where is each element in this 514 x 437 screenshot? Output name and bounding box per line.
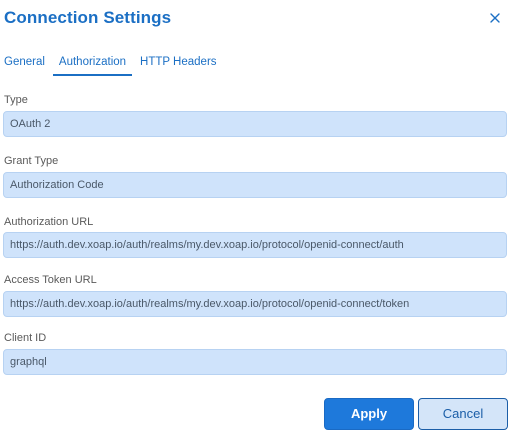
- type-field[interactable]: OAuth 2: [3, 111, 507, 137]
- tab-http-headers[interactable]: HTTP Headers: [140, 50, 224, 74]
- authorization-url-field[interactable]: https://auth.dev.xoap.io/auth/realms/my.…: [3, 232, 507, 258]
- connection-settings-dialog: Connection Settings General Authorizatio…: [0, 0, 514, 437]
- cancel-button[interactable]: Cancel: [418, 398, 508, 430]
- close-icon: [486, 9, 504, 27]
- tab-bar: General Authorization HTTP Headers: [4, 50, 225, 78]
- client-id-label: Client ID: [4, 332, 47, 344]
- access-token-url-label: Access Token URL: [4, 274, 97, 286]
- authorization-url-label: Authorization URL: [4, 216, 94, 228]
- access-token-url-field[interactable]: https://auth.dev.xoap.io/auth/realms/my.…: [3, 291, 507, 317]
- type-label: Type: [4, 94, 28, 106]
- dialog-title: Connection Settings: [4, 8, 172, 27]
- tab-authorization[interactable]: Authorization: [52, 50, 133, 76]
- apply-button[interactable]: Apply: [324, 398, 414, 430]
- grant-type-label: Grant Type: [4, 155, 59, 167]
- tab-general[interactable]: General: [4, 50, 53, 74]
- grant-type-field[interactable]: Authorization Code: [3, 172, 507, 198]
- client-id-field[interactable]: graphql: [3, 349, 507, 375]
- close-button[interactable]: [486, 9, 504, 27]
